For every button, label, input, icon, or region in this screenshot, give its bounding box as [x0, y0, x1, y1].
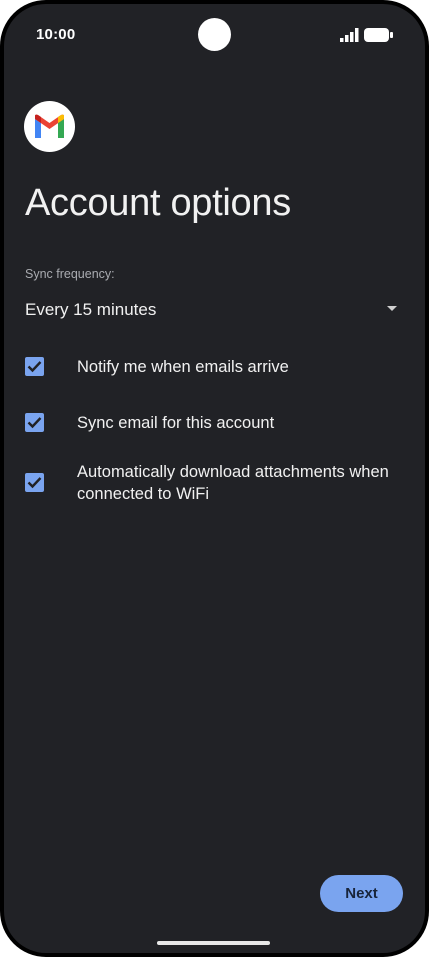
sync-frequency-label: Sync frequency:: [25, 267, 115, 281]
auto-download-option[interactable]: Automatically download attachments when …: [25, 459, 405, 509]
phone-frame: 10:00 Account options Sync frequency: Ev…: [0, 0, 429, 957]
home-indicator[interactable]: [157, 941, 270, 945]
front-camera: [198, 18, 231, 51]
next-button[interactable]: Next: [320, 875, 403, 912]
notify-option-label: Notify me when emails arrive: [77, 358, 289, 376]
sync-email-option[interactable]: Sync email for this account: [25, 409, 405, 439]
sync-frequency-value: Every 15 minutes: [25, 300, 157, 319]
dropdown-arrow-icon: [387, 306, 397, 311]
battery-icon: [364, 28, 393, 42]
sync-frequency-dropdown[interactable]: Every 15 minutes: [25, 294, 397, 324]
status-time: 10:00: [36, 26, 76, 43]
sync-email-option-label: Sync email for this account: [77, 414, 275, 432]
signal-icon: [340, 28, 359, 42]
check-icon: [27, 361, 42, 373]
status-bar: 10:00: [4, 4, 425, 64]
gmail-logo-icon: [24, 101, 75, 152]
screen: 10:00 Account options Sync frequency: Ev…: [4, 4, 425, 953]
auto-download-checkbox[interactable]: [25, 473, 44, 492]
notify-checkbox[interactable]: [25, 357, 44, 376]
notify-option[interactable]: Notify me when emails arrive: [25, 353, 405, 383]
check-icon: [27, 417, 42, 429]
auto-download-option-label: Automatically download attachments when …: [77, 463, 389, 503]
sync-email-checkbox[interactable]: [25, 413, 44, 432]
check-icon: [27, 477, 42, 489]
page-title: Account options: [25, 182, 291, 224]
